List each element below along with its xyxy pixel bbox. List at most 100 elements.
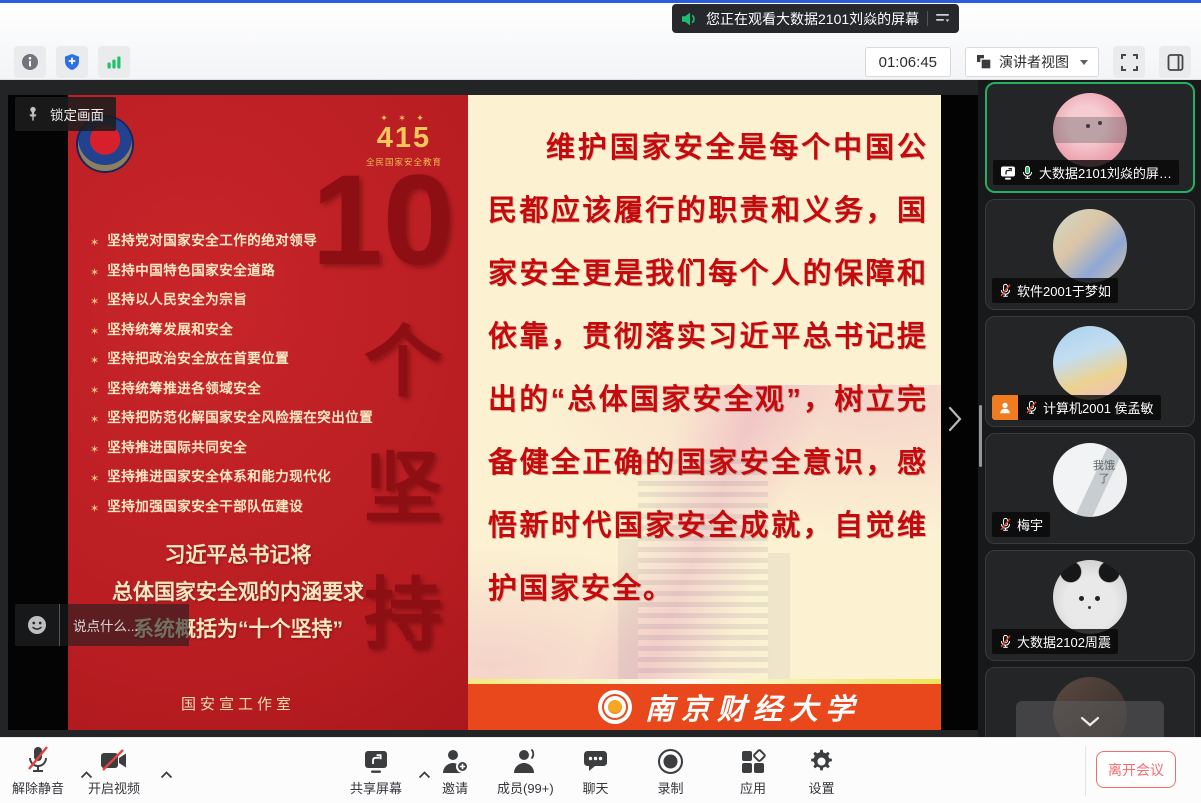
chat-button[interactable]: 聊天: [582, 745, 609, 797]
participant-tile[interactable]: 计算机2001 侯孟敏: [985, 316, 1195, 427]
side-panel-icon: [1166, 53, 1185, 72]
avatar: [1053, 326, 1127, 400]
share-options-caret[interactable]: [418, 766, 431, 784]
chevron-up-icon: [160, 771, 173, 779]
slide-paragraph: 维护国家安全是每个中国公民都应该履行的职责和义务，国家安全更是我们每个人的保障和…: [488, 117, 928, 621]
studio-credit: 国安宣工作室: [68, 693, 408, 714]
members-button[interactable]: 成员(99+): [497, 745, 554, 797]
network-quality-button[interactable]: [98, 46, 130, 78]
slide-bullet-list: 坚持党对国家安全工作的绝对领导 坚持中国特色国家安全道路 坚持以人民安全为宗旨 …: [90, 233, 400, 528]
avatar: 我饿了: [1053, 443, 1127, 517]
security-button[interactable]: [56, 46, 88, 78]
chat-bubble-icon: [582, 748, 609, 775]
watching-label: 您正在观看大数据2101刘焱的屏幕: [706, 9, 919, 29]
participant-label: 大数据2102周震: [992, 629, 1118, 654]
video-options-caret[interactable]: [160, 766, 173, 784]
emoji-button[interactable]: [15, 604, 59, 646]
leave-meeting-button[interactable]: 离开会议: [1096, 751, 1176, 788]
meeting-timer: 01:06:45: [865, 47, 951, 77]
university-emblem: [598, 690, 632, 724]
participant-tiles: 大数据2101刘焱的屏… 软件2001于梦如 计: [985, 82, 1195, 737]
participant-label: 计算机2001 侯孟敏: [1018, 395, 1161, 420]
star-icon: [90, 469, 99, 487]
mic-muted-icon: [999, 283, 1012, 298]
record-button[interactable]: 录制: [657, 745, 684, 797]
avatar-caption: 我饿了: [1091, 460, 1117, 486]
meeting-info-button[interactable]: [14, 46, 46, 78]
chevron-down-icon: [1080, 60, 1088, 65]
chat-input[interactable]: 说点什么...: [59, 604, 189, 646]
star-icon: [90, 292, 99, 310]
list-item: 坚持中国特色国家安全道路: [90, 263, 400, 281]
control-bar: 解除静音 开启视频 共享屏幕 邀请 成员(99+) 聊天: [0, 737, 1201, 803]
chevron-right-icon: [948, 406, 962, 432]
star-icon: [90, 351, 99, 369]
fullscreen-button[interactable]: [1113, 46, 1145, 78]
record-icon: [657, 748, 684, 775]
star-icon: [90, 440, 99, 458]
banner-divider: [927, 11, 928, 26]
participant-label: 大数据2101刘焱的屏…: [993, 160, 1179, 185]
list-item: 坚持以人民安全为宗旨: [90, 292, 400, 310]
share-screen-button[interactable]: 共享屏幕: [350, 745, 402, 797]
quick-chat: 说点什么...: [15, 604, 189, 646]
sidebar-scrollbar[interactable]: [979, 405, 982, 467]
star-icon: [90, 499, 99, 517]
list-item: 坚持推进国家安全体系和能力现代化: [90, 469, 400, 487]
participant-label: 梅宇: [992, 512, 1050, 537]
next-page-arrow[interactable]: [948, 406, 962, 437]
university-name: 南京财经大学: [645, 686, 861, 728]
chevron-down-icon: [1080, 716, 1100, 727]
shield-plus-icon: [63, 53, 81, 71]
list-item: 坚持推进国际共同安全: [90, 440, 400, 458]
participant-tile[interactable]: 软件2001于梦如: [985, 199, 1195, 310]
unmute-button[interactable]: 解除静音: [12, 745, 64, 797]
avatar: [1053, 560, 1127, 634]
lock-view-button[interactable]: 锁定画面: [15, 97, 116, 131]
meeting-window: 01:06:45 演讲者视图 您正在观看大数据2101刘焱的屏幕: [0, 0, 1201, 803]
list-item: 坚持加强国家安全干部队伍建设: [90, 499, 400, 517]
participant-tile[interactable]: 大数据2102周震: [985, 550, 1195, 661]
participant-label: 软件2001于梦如: [992, 278, 1118, 303]
header-left-group: [14, 46, 130, 78]
header-toolbar: 01:06:45 演讲者视图: [0, 3, 1201, 80]
avatar: [1053, 209, 1127, 283]
fullscreen-icon: [1120, 53, 1139, 72]
gear-icon: [808, 748, 835, 775]
shared-screens-menu-icon[interactable]: [936, 13, 950, 24]
start-video-button[interactable]: 开启视频: [88, 745, 140, 797]
signal-bars-icon: [105, 53, 123, 71]
invite-button[interactable]: 邀请: [440, 745, 470, 797]
participant-tile-partial[interactable]: [985, 667, 1195, 737]
share-screen-icon: [362, 749, 390, 775]
star-icon: [90, 381, 99, 399]
scroll-down-button[interactable]: [1016, 701, 1164, 737]
list-item: 坚持把政治安全放在首要位置: [90, 351, 400, 369]
side-panel-toggle-button[interactable]: [1159, 46, 1191, 78]
screen-share-icon: [1000, 165, 1016, 180]
apps-button[interactable]: 应用: [740, 745, 766, 797]
settings-button[interactable]: 设置: [808, 745, 835, 797]
chevron-up-icon: [418, 771, 431, 779]
participant-tile[interactable]: 我饿了 梅宇: [985, 433, 1195, 544]
star-icon: [90, 233, 99, 251]
participants-sidebar: 大数据2101刘焱的屏… 软件2001于梦如 计: [978, 80, 1201, 737]
info-icon: [21, 53, 39, 71]
star-icon: [90, 322, 99, 340]
view-mode-select[interactable]: 演讲者视图: [965, 47, 1099, 77]
camera-muted-icon: [98, 747, 130, 775]
slide-right-panel: 维护国家安全是每个中国公民都应该履行的职责和义务，国家安全更是我们每个人的保障和…: [468, 95, 941, 730]
participant-tile-sharing[interactable]: 大数据2101刘焱的屏…: [985, 82, 1195, 193]
view-mode-label: 演讲者视图: [999, 52, 1069, 72]
pin-icon: [25, 106, 41, 122]
mic-muted-icon: [1025, 400, 1038, 415]
toolbar-divider: [1085, 746, 1086, 796]
members-icon: [510, 747, 540, 775]
star-icon: [90, 263, 99, 281]
main-stage: ✦ ✶ ✦ 415 全民国家安全教育 10 个 坚 持 坚持党对国家安全工作的绝…: [0, 80, 978, 737]
list-item: 坚持统筹推进各领域安全: [90, 381, 400, 399]
screen-watch-banner[interactable]: 您正在观看大数据2101刘焱的屏幕: [672, 4, 959, 33]
participant-label-row: 计算机2001 侯孟敏: [992, 395, 1161, 420]
university-band: 南京财经大学: [468, 684, 941, 730]
lock-view-label: 锁定画面: [50, 104, 104, 124]
